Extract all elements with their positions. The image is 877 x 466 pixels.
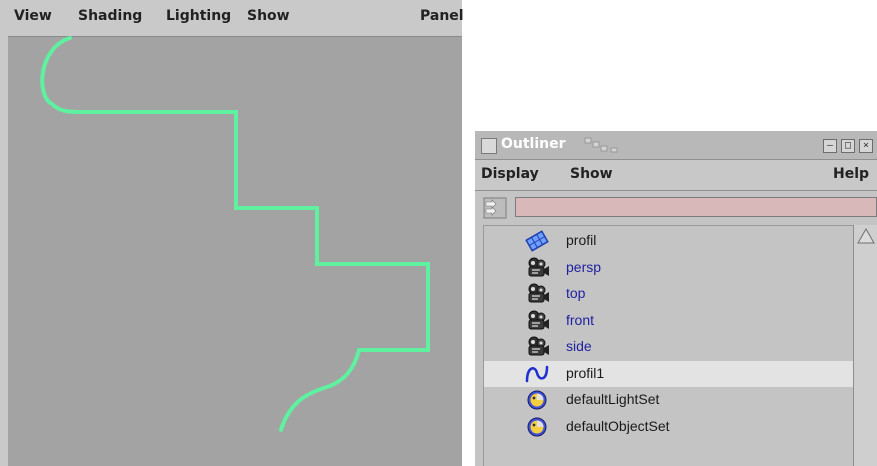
window-menu-icon[interactable]: [481, 138, 497, 154]
outliner-item-label: profil1: [566, 364, 605, 381]
outliner-item[interactable]: defaultObjectSet: [484, 414, 854, 440]
viewport-canvas[interactable]: [8, 36, 462, 466]
camera-icon: [524, 310, 550, 332]
filter-input[interactable]: [515, 197, 877, 217]
outliner-item[interactable]: top: [484, 281, 854, 307]
menu-display[interactable]: Display: [481, 166, 539, 182]
menu-panel[interactable]: Panel: [420, 8, 464, 24]
menu-view[interactable]: View: [14, 8, 52, 24]
viewport-menubar: View Shading Lighting Show Panel: [0, 0, 464, 37]
maximize-icon[interactable]: □: [841, 139, 855, 153]
outliner-window: Outliner – □ × Display Show Help profil p…: [475, 131, 877, 466]
camera-icon: [524, 257, 550, 279]
nurbs-surface-icon: [524, 230, 550, 252]
outliner-item[interactable]: front: [484, 308, 854, 334]
menu-show[interactable]: Show: [247, 8, 290, 24]
outliner-item[interactable]: side: [484, 334, 854, 360]
outliner-item-label: front: [566, 311, 595, 328]
outliner-item[interactable]: profil1: [484, 360, 854, 387]
filter-options-icon[interactable]: [483, 197, 507, 219]
outliner-item-label: defaultObjectSet: [566, 417, 670, 434]
minimize-icon[interactable]: –: [823, 139, 837, 153]
viewport-panel[interactable]: View Shading Lighting Show Panel: [0, 0, 464, 466]
outliner-item-label: persp: [566, 258, 602, 275]
camera-icon: [524, 336, 550, 358]
scroll-up-icon[interactable]: [856, 227, 876, 245]
outliner-item[interactable]: profil: [484, 228, 854, 254]
menu-lighting[interactable]: Lighting: [166, 8, 231, 24]
outliner-item-label: profil: [566, 232, 597, 248]
outliner-list[interactable]: profil persp top front side profil1 defaultLig…: [483, 225, 854, 466]
outliner-item[interactable]: persp: [484, 255, 854, 281]
title-decoration-icon: [584, 137, 618, 153]
menu-shading[interactable]: Shading: [78, 8, 142, 24]
menu-help[interactable]: Help: [833, 166, 869, 182]
close-icon[interactable]: ×: [859, 139, 873, 153]
profile-curve[interactable]: [40, 36, 430, 432]
filter-row: [475, 191, 877, 225]
outliner-scrollbar[interactable]: [853, 225, 877, 466]
set-icon: [524, 416, 550, 438]
camera-icon: [524, 283, 550, 305]
outliner-item-label: defaultLightSet: [566, 391, 660, 407]
nurbs-curve-icon: [524, 363, 550, 385]
menu-show-outliner[interactable]: Show: [570, 166, 613, 182]
outliner-item-label: top: [566, 285, 586, 301]
set-icon: [524, 389, 550, 411]
outliner-item[interactable]: defaultLightSet: [484, 387, 854, 413]
outliner-item-label: side: [566, 338, 592, 354]
outliner-title: Outliner: [501, 136, 566, 152]
viewport-frame: [0, 36, 8, 466]
outliner-menubar: Display Show Help: [475, 160, 877, 191]
outliner-titlebar[interactable]: Outliner – □ ×: [475, 131, 877, 160]
